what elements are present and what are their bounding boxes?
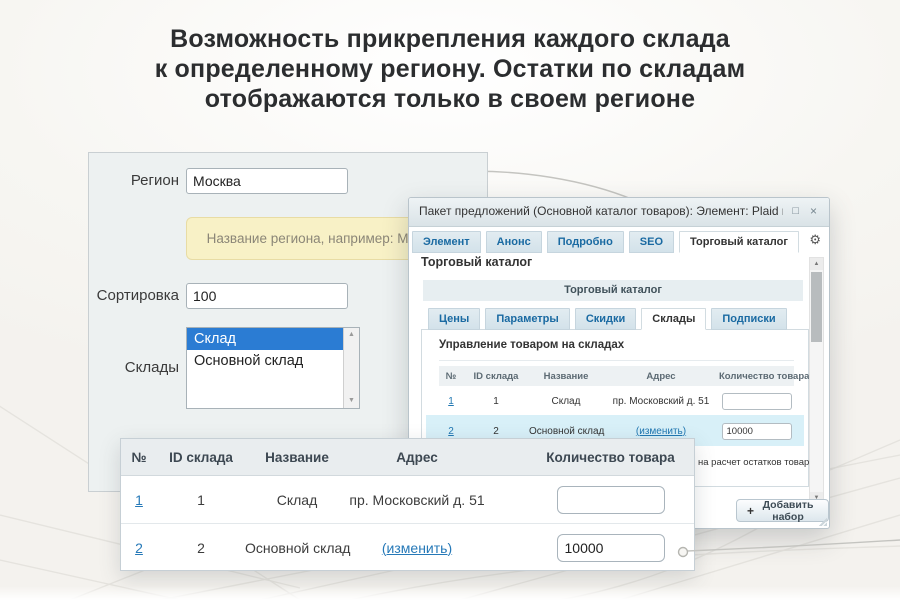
warehouse-table: № ID склада Название Адрес Количество то… [439,366,794,446]
sort-input[interactable] [186,283,348,309]
warehouse-table-zoom: № ID склада Название Адрес Количество то… [120,438,695,571]
col-header-id: ID склада [157,450,245,465]
scroll-down-icon[interactable]: ▼ [344,394,359,408]
row-num-link[interactable]: 2 [448,426,454,437]
col-header-name: Название [245,450,349,465]
resize-handle[interactable] [818,517,827,526]
region-input[interactable] [186,168,348,194]
row-num-link[interactable]: 1 [448,396,454,407]
sort-label: Сортировка [89,284,179,308]
scroll-up-icon[interactable]: ▲ [810,258,823,270]
table-header-row: № ID склада Название Адрес Количество то… [121,439,694,476]
table-header-row: № ID склада Название Адрес Количество то… [439,366,794,386]
cell-name: Склад [529,396,603,407]
cell-id: 1 [157,492,245,508]
col-header-qty: Количество товара [719,371,794,382]
close-icon[interactable]: × [810,204,817,218]
qty-input[interactable] [722,423,792,440]
tab-seo[interactable]: SEO [629,231,674,253]
subtab-warehouses[interactable]: Склады [641,308,706,330]
add-set-label: Добавить набор [758,499,818,523]
tab-element[interactable]: Элемент [412,231,481,253]
cell-id: 2 [157,540,245,556]
cell-name: Склад [245,492,349,508]
page: Возможность прикрепления каждого склада … [0,0,900,600]
change-address-link[interactable]: (изменить) [382,540,452,556]
col-header-name: Название [529,371,603,382]
bottom-fade [0,586,900,600]
catalog-band: Торговый каталог [423,280,803,301]
listbox-option-sklad[interactable]: Склад [187,328,359,350]
col-header-num: № [439,371,463,382]
cell-address: пр. Московский д. 51 [603,396,719,407]
warehouses-label: Склады [89,356,179,380]
warehouses-listbox[interactable]: Склад Основной склад ▲ ▼ [186,327,360,409]
maximize-icon[interactable]: □ [792,204,799,218]
scrollbar-thumb[interactable] [811,272,822,342]
change-address-link[interactable]: (изменить) [636,426,686,437]
title-line: к определенному региону. Остатки по скла… [0,54,900,84]
modal-titlebar[interactable]: Пакет предложений (Основной каталог това… [409,198,829,227]
cell-address: пр. Московский д. 51 [349,492,485,508]
divider [439,360,794,361]
add-set-button[interactable]: + Добавить набор [736,499,829,522]
region-label: Регион [89,169,179,193]
table-row: 2 2 Основной склад (изменить) [121,523,694,571]
cell-id: 1 [463,396,529,407]
qty-input[interactable] [557,534,665,562]
table-row: 1 1 Склад пр. Московский д. 51 [121,476,694,523]
listbox-scrollbar[interactable]: ▲ ▼ [343,328,359,408]
col-header-address: Адрес [349,450,485,465]
col-header-qty: Количество товара [485,450,694,465]
table-row: 1 1 Склад пр. Московский д. 51 [439,386,794,416]
subtab-subscriptions[interactable]: Подписки [711,308,786,330]
subtab-params[interactable]: Параметры [485,308,569,330]
plus-icon: + [747,504,754,518]
row-num-link[interactable]: 2 [135,540,143,556]
scroll-up-icon[interactable]: ▲ [344,328,359,342]
tab-trade-catalog[interactable]: Торговый каталог [679,231,799,253]
settings-gear-icon[interactable]: ⚙ [809,233,821,247]
catalog-subtabs: Цены Параметры Скидки Склады Подписки [428,308,787,330]
col-header-id: ID склада [463,371,529,382]
col-header-address: Адрес [603,371,719,382]
qty-input[interactable] [557,486,665,514]
modal-title: Пакет предложений (Основной каталог това… [419,204,783,218]
stock-note: на расчет остатков товара. [698,457,817,468]
listbox-option-main-sklad[interactable]: Основной склад [187,350,359,372]
col-header-num: № [121,450,157,465]
modal-scrollbar[interactable]: ▲ ▼ [809,257,824,505]
title-line: отображаются только в своем регионе [0,84,900,114]
title-line: Возможность прикрепления каждого склада [0,24,900,54]
tab-anons[interactable]: Анонс [486,231,542,253]
subtab-discounts[interactable]: Скидки [575,308,636,330]
modal-tabs: Элемент Анонс Подробно SEO Торговый ката… [412,231,799,253]
subtab-prices[interactable]: Цены [428,308,480,330]
cell-name: Основной склад [529,426,603,437]
row-num-link[interactable]: 1 [135,492,143,508]
tab-podrobno[interactable]: Подробно [547,231,624,253]
page-title: Возможность прикрепления каждого склада … [0,24,900,114]
section-heading: Торговый каталог [421,255,532,269]
cell-name: Основной склад [245,540,349,556]
cell-id: 2 [463,426,529,437]
qty-input[interactable] [722,393,792,410]
warehouse-table-heading: Управление товаром на складах [439,339,624,351]
